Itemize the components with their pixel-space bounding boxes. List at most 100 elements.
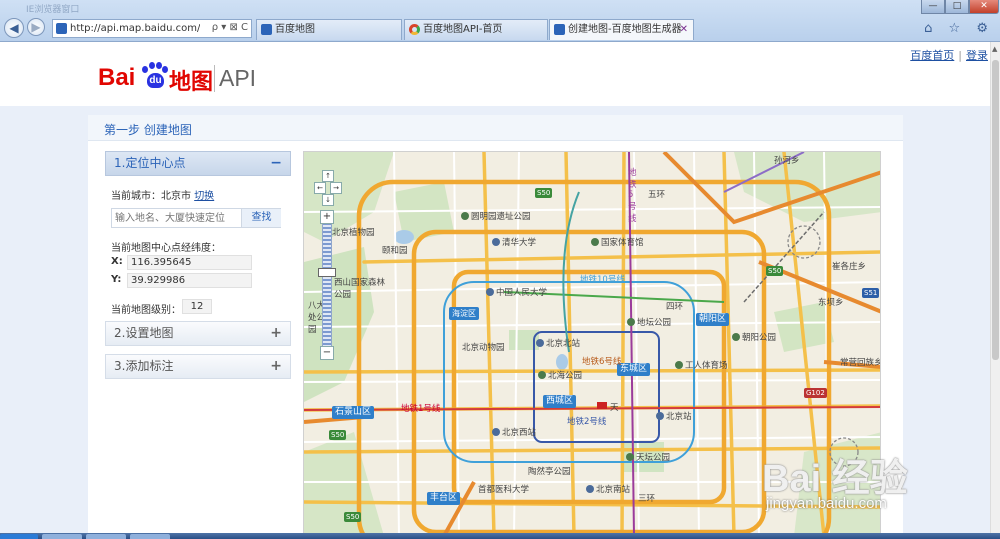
map-place-label: 北京西站 (492, 426, 536, 438)
district-label: 石景山区 (332, 406, 375, 419)
login-link[interactable]: 登录 (966, 49, 988, 62)
pan-right-button[interactable]: → (330, 182, 342, 194)
forward-button[interactable]: ▶ (27, 18, 45, 36)
minimize-button[interactable]: — (921, 0, 945, 14)
map-place-label: 西山国家森林公园 (334, 278, 386, 300)
map-place-label: 常营回族乡 (840, 358, 881, 368)
road-shield: S50 (329, 430, 347, 440)
subway-label: 地铁5号线 (628, 168, 637, 224)
map-place-label: 崔各庄乡 (832, 262, 867, 272)
road-shield: S50 (766, 266, 784, 276)
close-window-button[interactable]: ✕ (969, 0, 999, 14)
zoom-out-button[interactable]: − (320, 346, 334, 360)
map-place-label: 清华大学 (492, 236, 536, 248)
section-add-markers[interactable]: 3.添加标注 + (105, 354, 291, 379)
map-place-label: 陶然亭公园 (528, 467, 571, 477)
scroll-thumb[interactable] (992, 60, 999, 360)
map-place-label: 中国人民大学 (486, 286, 547, 298)
section-locate-center[interactable]: 1.定位中心点 − (105, 151, 291, 176)
location-search-input[interactable] (112, 209, 240, 227)
subway-label: 地铁2号线 (567, 417, 607, 427)
section-locate-center-body: 当前城市：北京市 切换 查找 当前地图中心点经纬度： X: 116.395645… (105, 176, 291, 321)
close-tab-icon[interactable]: ✕ (680, 20, 688, 39)
pan-left-button[interactable]: ← (314, 182, 326, 194)
top-links: 百度首页 | 登录 (910, 47, 988, 63)
zoom-in-button[interactable]: + (320, 210, 334, 224)
browser-tools-icons[interactable]: ⌂ ☆ ⚙ (924, 21, 994, 36)
map-place-label: 北京北站 (536, 337, 580, 349)
search-box: 查找 (111, 208, 281, 228)
paw-icon (554, 24, 565, 35)
start-button[interactable] (0, 534, 38, 539)
tab-create-map[interactable]: 创建地图-百度地图生成器 ✕ (549, 19, 694, 40)
current-city-label: 当前城市：北京市 (111, 191, 191, 202)
ring-road-label: 三环 (638, 494, 656, 504)
address-url[interactable]: http://api.map.baidu.com/lbsa (70, 23, 200, 34)
district-label: 海淀区 (449, 307, 479, 320)
taskbar-item[interactable] (86, 534, 126, 539)
tab-baidu-map[interactable]: 百度地图 (256, 19, 402, 40)
tab-label: 百度地图API-首页 (423, 24, 503, 35)
step-title: 第一步 创建地图 (104, 123, 192, 137)
district-label: 丰台区 (427, 492, 461, 505)
map-pin-icon (627, 318, 635, 326)
section-map-settings[interactable]: 2.设置地图 + (105, 321, 291, 346)
paw-toe (149, 62, 155, 69)
map-pin-icon (536, 339, 544, 347)
current-city: 当前城市：北京市 切换 (111, 187, 214, 202)
back-button[interactable]: ◀ (4, 18, 24, 38)
pan-down-button[interactable]: ↓ (322, 194, 334, 206)
map-place-label: 北京南站 (586, 483, 630, 495)
logo-api-text: API (214, 65, 256, 92)
search-button[interactable]: 查找 (241, 209, 281, 227)
x-label: X: (111, 256, 123, 267)
taskbar-item[interactable] (130, 534, 170, 539)
district-label: 西城区 (543, 395, 577, 408)
collapse-icon[interactable]: − (270, 152, 282, 175)
baidu-home-link[interactable]: 百度首页 (910, 49, 954, 62)
map-pin-icon (538, 371, 546, 379)
section-title: 3.添加标注 (114, 359, 174, 373)
logo-ditu-text: 地图 (169, 70, 214, 95)
site-header: Bai du 地图 API 百度首页 | 登录 (0, 42, 990, 106)
switch-city-link[interactable]: 切换 (194, 191, 214, 202)
map-place-label: 东坝乡 (818, 298, 844, 308)
map-place-label: 天坛公园 (626, 451, 670, 463)
map-place-label: 国家体育馆 (591, 236, 644, 248)
paw-icon (261, 24, 272, 35)
address-bar[interactable]: http://api.map.baidu.com/lbsa ρ ▾ ⊠ C (52, 19, 252, 38)
road-shield: S50 (535, 188, 553, 198)
page-scrollbar[interactable]: ▲ (990, 42, 1000, 533)
map-place-label: 北京动物园 (462, 343, 505, 353)
map-pin-icon (656, 412, 664, 420)
window-title: IE浏览器窗口 (26, 5, 80, 15)
road-shield: S50 (344, 512, 362, 522)
tab-map-api-home[interactable]: 百度地图API-首页 (404, 19, 548, 40)
pan-up-button[interactable]: ↑ (322, 170, 334, 182)
expand-icon[interactable]: + (270, 322, 282, 345)
scroll-up-icon[interactable]: ▲ (992, 45, 997, 53)
map-pin-icon (591, 238, 599, 246)
address-tools-icons[interactable]: ρ ▾ ⊠ C (212, 22, 248, 33)
step-bar: 第一步 创建地图 (88, 115, 903, 141)
map-pin-icon (586, 485, 594, 493)
expand-icon[interactable]: + (270, 355, 282, 378)
zoom-slider-handle[interactable] (318, 268, 336, 277)
zoom-slider-track[interactable] (322, 210, 332, 360)
section-title: 1.定位中心点 (114, 156, 186, 170)
settings-panel: 1.定位中心点 − 当前城市：北京市 切换 查找 当前地图中心点经纬度： X: … (105, 151, 291, 379)
y-label: Y: (111, 274, 122, 285)
longitude-field[interactable]: 116.395645 (127, 255, 252, 270)
maximize-button[interactable]: □ (945, 0, 969, 14)
browser-chrome: IE浏览器窗口 — □ ✕ ◀ ▶ http://api.map.baidu.c… (0, 0, 1000, 42)
map-pin-icon (461, 212, 469, 220)
map-place-label: 北海公园 (538, 369, 582, 381)
district-label: 东城区 (617, 363, 651, 376)
map-place-label: 工人体育场 (675, 359, 728, 371)
map-place-label: 朝阳公园 (732, 331, 776, 343)
map-place-label: 首都医科大学 (478, 485, 530, 495)
latitude-field[interactable]: 39.929986 (127, 273, 252, 288)
taskbar-item[interactable] (42, 534, 82, 539)
windows-taskbar (0, 533, 1000, 539)
zoom-level-field[interactable]: 12 (182, 299, 212, 314)
